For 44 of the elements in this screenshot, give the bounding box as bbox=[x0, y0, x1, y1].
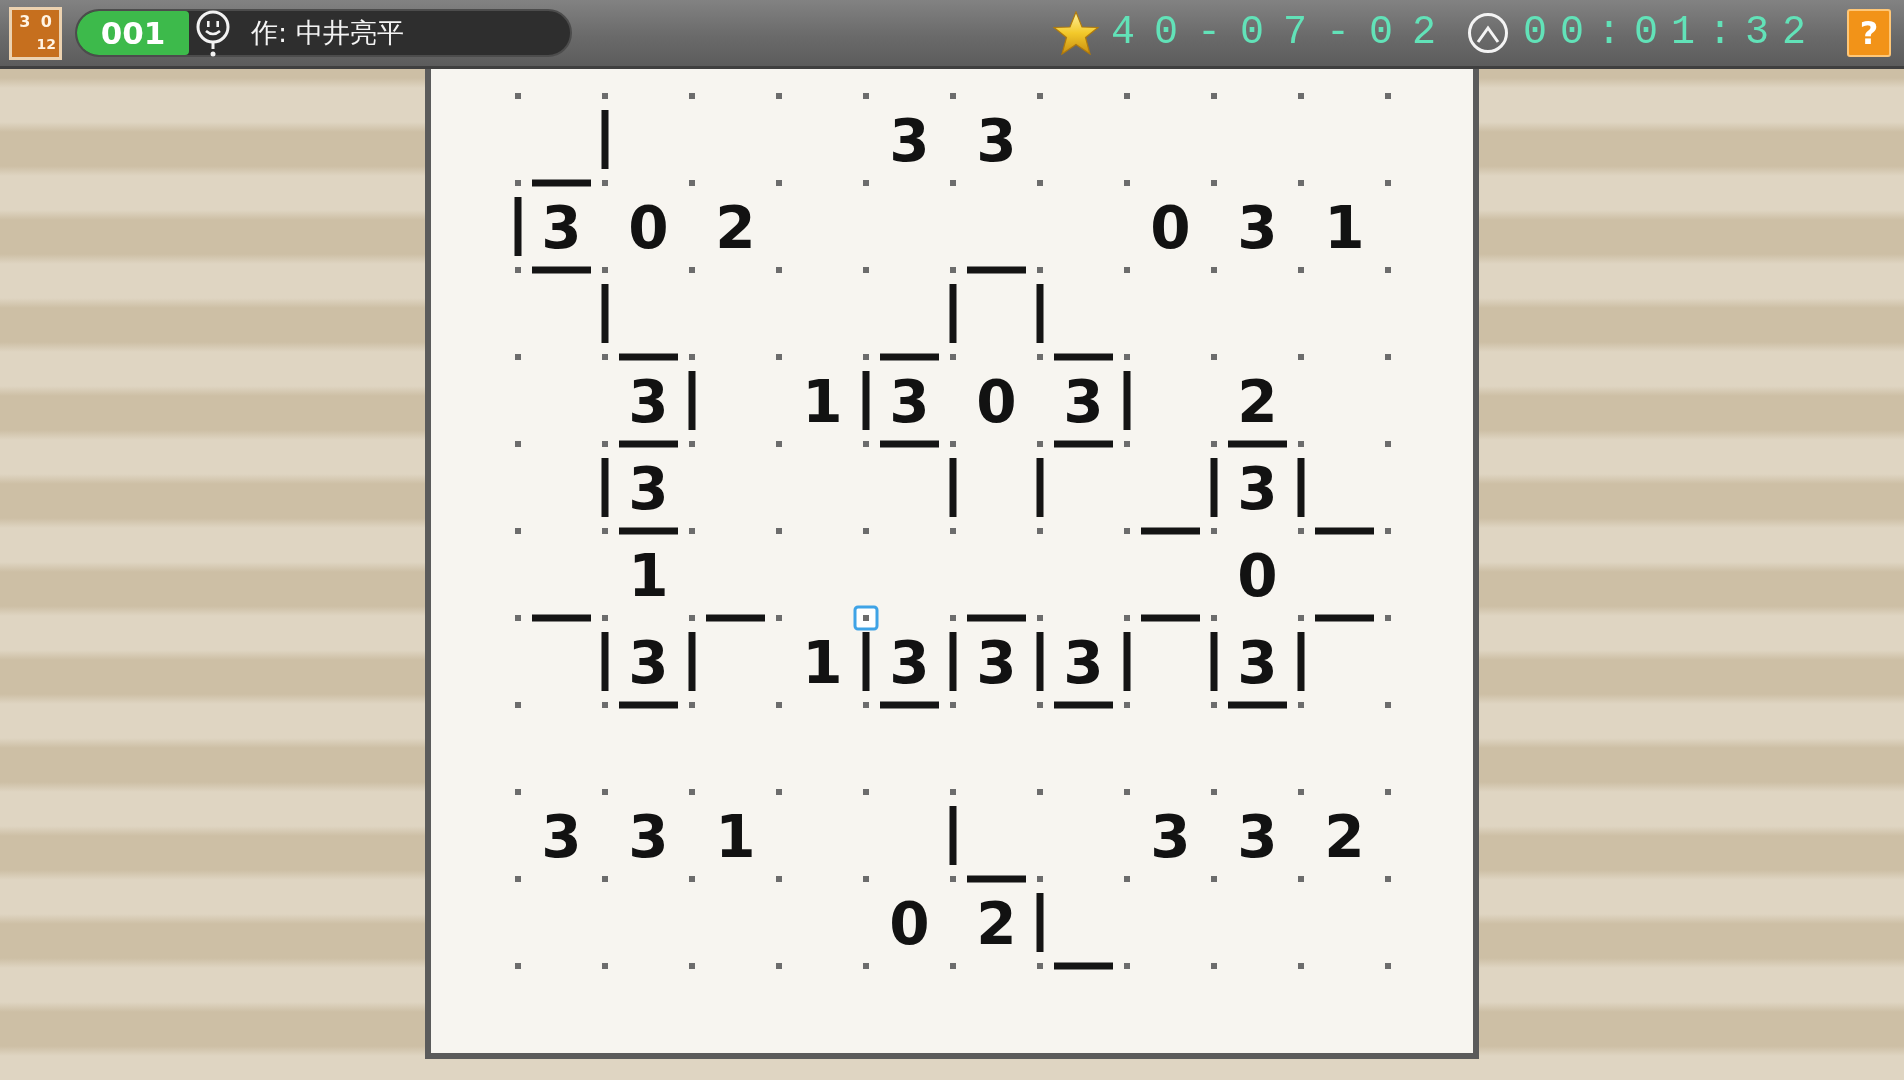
clue-number: 3 bbox=[1237, 454, 1278, 523]
clue-number: 0 bbox=[976, 367, 1017, 436]
clue-number: 3 bbox=[628, 454, 669, 523]
smiley-face-icon bbox=[194, 9, 232, 57]
clue-number: 3 bbox=[1237, 193, 1278, 262]
clue-number: 3 bbox=[1237, 802, 1278, 871]
clue-number: 1 bbox=[802, 628, 843, 697]
clue-number: 3 bbox=[1063, 628, 1104, 697]
clue-number: 3 bbox=[1063, 367, 1104, 436]
date-code: 40-07-02 bbox=[1110, 11, 1455, 55]
clue-number: 1 bbox=[1324, 193, 1365, 262]
chevron-circle-icon bbox=[1466, 12, 1509, 54]
author-label: 作: 中井亮平 bbox=[251, 16, 404, 50]
clue-number: 3 bbox=[541, 802, 582, 871]
clue-number: 2 bbox=[1324, 802, 1365, 871]
help-button[interactable]: ? bbox=[1847, 9, 1891, 57]
clue-number: 0 bbox=[628, 193, 669, 262]
clue-number: 3 bbox=[976, 106, 1017, 175]
clue-number: 0 bbox=[1150, 193, 1191, 262]
clue-number: 3 bbox=[628, 367, 669, 436]
clue-number: 2 bbox=[976, 889, 1017, 958]
clue-number: 0 bbox=[1237, 541, 1278, 610]
clue-number: 3 bbox=[976, 628, 1017, 697]
clue-number: 3 bbox=[628, 802, 669, 871]
cursor-marker bbox=[853, 605, 879, 631]
clue-number: 0 bbox=[889, 889, 930, 958]
clue-number: 3 bbox=[889, 106, 930, 175]
clue-number: 3 bbox=[1237, 628, 1278, 697]
clue-number: 2 bbox=[1237, 367, 1278, 436]
clue-number: 1 bbox=[628, 541, 669, 610]
logo-digit: 3 bbox=[19, 12, 31, 31]
elapsed-timer: 00:01:32 bbox=[1522, 11, 1819, 55]
clue-number: 3 bbox=[628, 628, 669, 697]
logo-digit: 12 bbox=[36, 35, 56, 54]
clue-number: 1 bbox=[802, 367, 843, 436]
star-icon bbox=[1052, 11, 1099, 55]
clue-number: 2 bbox=[715, 193, 756, 262]
clue-number: 1 bbox=[715, 802, 756, 871]
logo-digit: 0 bbox=[40, 12, 52, 31]
puzzle-number-badge: 001 bbox=[77, 11, 189, 55]
clue-number: 3 bbox=[889, 367, 930, 436]
clue-number: 3 bbox=[889, 628, 930, 697]
clue-number: 3 bbox=[1150, 802, 1191, 871]
clue-number: 3 bbox=[541, 193, 582, 262]
